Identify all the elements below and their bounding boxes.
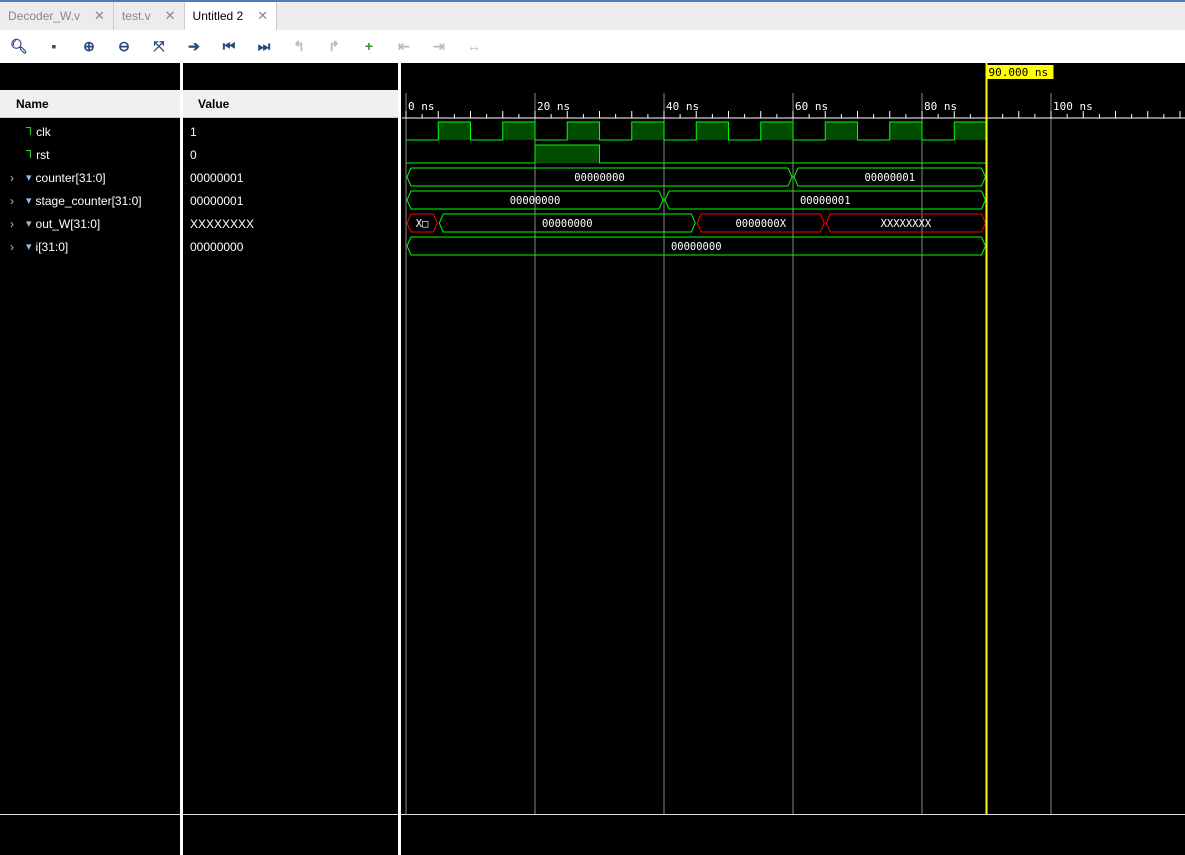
- expand-chevron-icon[interactable]: ›: [10, 217, 24, 231]
- waveform-canvas[interactable]: 0 ns 20 ns 40 ns 60 ns 80 ns 100 ns 00000000 00…: [402, 63, 1185, 855]
- bus-value-label: 00000000: [510, 195, 561, 207]
- signal-row[interactable]: › ▾ out_W[31:0]: [0, 212, 100, 235]
- expand-chevron-icon[interactable]: ›: [10, 171, 24, 185]
- close-icon[interactable]: ✕: [94, 8, 105, 24]
- clk-high-fill: [502, 122, 535, 140]
- bus-value-label: XXXXXXXX: [881, 218, 932, 230]
- bus-value-label: 00000001: [800, 195, 851, 207]
- signal-value: 00000001: [190, 170, 244, 185]
- bus-signal-icon: ▾: [26, 218, 32, 230]
- tab-bar: Decoder_W.v ✕ test.v ✕ Untitled 2 ✕: [0, 0, 1185, 30]
- clk-high-fill: [631, 122, 664, 140]
- zoom-in-icon[interactable]: ⊕: [78, 35, 100, 57]
- expand-chevron-icon[interactable]: ›: [10, 240, 24, 254]
- tab-label: Untitled 2: [192, 9, 244, 23]
- go-to-cursor-icon[interactable]: ➔: [183, 35, 205, 57]
- signal-name: stage_counter[31:0]: [35, 193, 142, 208]
- expand-chevron-icon[interactable]: ›: [10, 194, 24, 208]
- rst-waveform: [406, 144, 987, 164]
- tab-label: test.v: [121, 9, 151, 23]
- bus-signal-icon: ▾: [26, 241, 32, 253]
- signal-value: XXXXXXXX: [190, 216, 255, 231]
- zoom-fit-icon[interactable]: ⤧: [148, 35, 170, 57]
- zoom-out-icon[interactable]: ⊖: [113, 35, 135, 57]
- signal-value: 00000000: [190, 239, 244, 254]
- tab-decoder-w-v[interactable]: Decoder_W.v ✕: [0, 2, 114, 30]
- close-icon[interactable]: ✕: [165, 8, 176, 24]
- signal-name: i[31:0]: [35, 239, 69, 254]
- close-icon[interactable]: ✕: [257, 8, 268, 24]
- swap-cursors-icon[interactable]: ↔: [463, 35, 485, 57]
- next-transition-icon[interactable]: ↱: [323, 35, 345, 57]
- bit-signal-icon: ⅂: [26, 149, 33, 161]
- go-to-start-icon[interactable]: ⏮: [218, 35, 240, 57]
- signal-row[interactable]: › ▾ counter[31:0]: [0, 166, 106, 189]
- bus-value-label: 00000000: [542, 218, 593, 230]
- ruler-label: 40 ns: [666, 100, 699, 113]
- clk-high-fill: [567, 122, 600, 140]
- ruler-label: 20 ns: [537, 100, 570, 113]
- signal-row[interactable]: ⅂ clk: [0, 120, 51, 143]
- go-to-end-icon[interactable]: ⏭: [253, 35, 275, 57]
- signal-row[interactable]: › ▾ i[31:0]: [0, 235, 68, 258]
- bus-value-label: 00000001: [864, 172, 915, 184]
- rst-high-fill: [535, 145, 600, 163]
- divider: [0, 814, 180, 815]
- signal-name: counter[31:0]: [35, 170, 106, 185]
- name-column: Name ⅂ clk ⅂ rst › ▾ counter[31:0] › ▾ stage_coun…: [0, 63, 180, 855]
- bus-value-label: 0000000X: [735, 218, 786, 230]
- bus-value-label: 00000000: [671, 241, 722, 253]
- signal-row[interactable]: › ▾ stage_counter[31:0]: [0, 189, 142, 212]
- cursor-label: 90.000 ns: [989, 66, 1049, 79]
- signal-row[interactable]: ⅂ rst: [0, 143, 49, 166]
- bit-signal-icon: ⅂: [26, 126, 33, 138]
- name-header[interactable]: Name: [0, 90, 180, 118]
- clk-high-fill: [954, 122, 987, 140]
- signal-value: 1: [190, 124, 197, 139]
- previous-transition-icon[interactable]: ↰: [288, 35, 310, 57]
- bus-value-label: X□: [416, 218, 429, 230]
- ruler-label: 60 ns: [795, 100, 828, 113]
- signal-name: clk: [36, 124, 51, 139]
- divider: [183, 814, 398, 815]
- value-header[interactable]: Value: [183, 90, 398, 118]
- clk-high-fill: [696, 122, 729, 140]
- save-icon[interactable]: ▪: [43, 35, 65, 57]
- value-column: Value 1 0 00000001 00000001 XXXXXXXX 00000000: [183, 63, 398, 855]
- tab-untitled-2[interactable]: Untitled 2 ✕: [184, 2, 278, 30]
- signal-value: 0: [190, 147, 197, 162]
- tab-label: Decoder_W.v: [8, 9, 81, 23]
- signal-value: 00000001: [190, 193, 244, 208]
- ruler-label: 100 ns: [1053, 100, 1093, 113]
- ruler-label: 0 ns: [408, 100, 435, 113]
- signal-name: out_W[31:0]: [35, 216, 101, 231]
- clk-high-fill: [438, 122, 471, 140]
- signal-name: rst: [36, 147, 50, 162]
- clk-high-fill: [889, 122, 922, 140]
- waveform-viewer: Name ⅂ clk ⅂ rst › ▾ counter[31:0] › ▾ stage_coun…: [0, 63, 1185, 855]
- bus-value-label: 00000000: [574, 172, 625, 184]
- next-marker-icon[interactable]: ⇥: [428, 35, 450, 57]
- add-marker-icon[interactable]: +: [358, 35, 380, 57]
- bus-signal-icon: ▾: [26, 172, 32, 184]
- clk-high-fill: [825, 122, 858, 140]
- bus-signal-icon: ▾: [26, 195, 32, 207]
- clk-high-fill: [760, 122, 793, 140]
- tab-test-v[interactable]: test.v ✕: [114, 2, 185, 30]
- previous-marker-icon[interactable]: ⇤: [393, 35, 415, 57]
- search-icon[interactable]: 🔍︎: [8, 35, 30, 57]
- ruler-label: 80 ns: [924, 100, 957, 113]
- toolbar: 🔍︎ ▪ ⊕ ⊖ ⤧ ➔ ⏮ ⏭ ↰ ↱ + ⇤ ⇥ ↔: [0, 30, 1185, 62]
